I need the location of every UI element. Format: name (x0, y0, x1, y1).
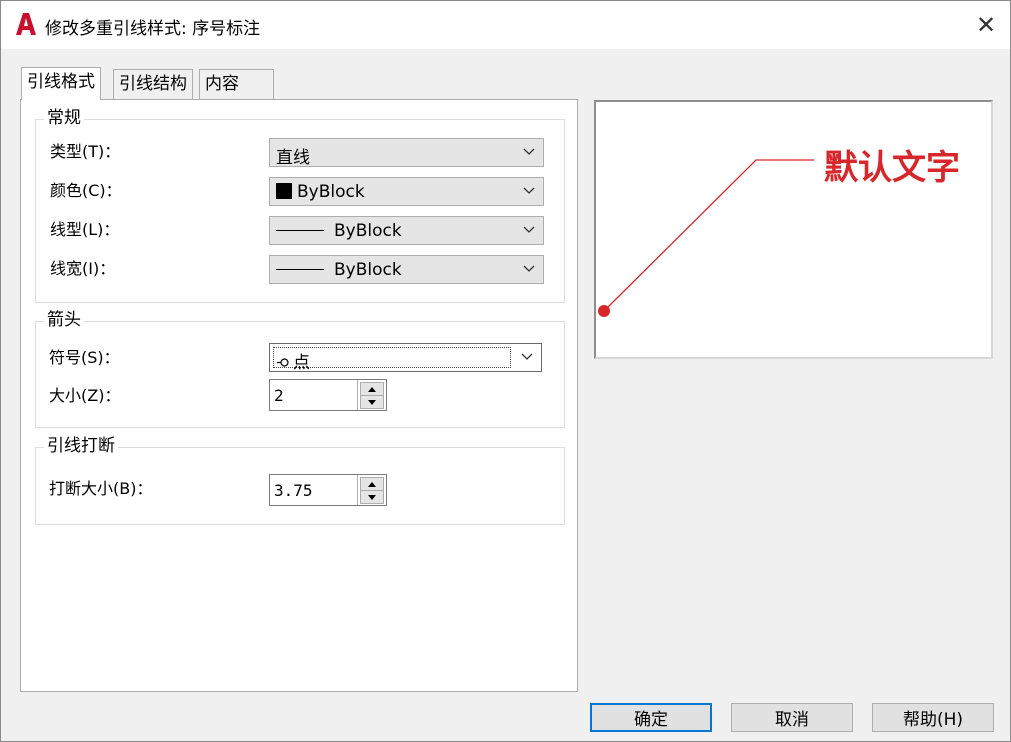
cancel-button[interactable]: 取消 (731, 703, 853, 732)
preview-text: 默认文字 (824, 148, 960, 188)
ok-button[interactable]: 确定 (590, 703, 712, 732)
title-bar: 修改多重引线样式: 序号标注 ✕ (1, 1, 1010, 49)
lineweight-label: 线宽(I)： (50, 259, 116, 278)
tab-label: 引线格式 (27, 72, 95, 92)
preview-pane: 默认文字 (594, 100, 993, 359)
linetype-value: ByBlock (334, 221, 402, 241)
size-value: 2 (274, 386, 284, 405)
break-size-value: 3.75 (274, 481, 313, 500)
size-label: 大小(Z)： (49, 386, 121, 405)
symbol-label: 符号(S)： (49, 348, 120, 367)
arrowhead-group: 箭头 符号(S)： 点 大小(Z)： 2 (35, 309, 565, 428)
window-title: 修改多重引线样式: 序号标注 (45, 19, 261, 39)
symbol-value: 点 (293, 353, 310, 373)
spinner-buttons (357, 475, 386, 505)
close-icon[interactable]: ✕ (968, 7, 1004, 43)
spinner-buttons (357, 380, 386, 410)
type-dropdown[interactable]: 直线 (269, 138, 544, 168)
group-title: 箭头 (44, 309, 84, 331)
tab-label: 引线结构 (119, 74, 187, 94)
tab-leader-structure[interactable]: 引线结构 (113, 69, 193, 99)
chevron-down-icon (521, 181, 537, 201)
linetype-label: 线型(L)： (50, 220, 120, 239)
color-label: 颜色(C)： (50, 181, 122, 200)
type-label: 类型(T)： (50, 142, 121, 161)
tab-content[interactable]: 内容 (199, 69, 274, 99)
group-title: 引线打断 (44, 435, 118, 457)
color-swatch-icon (276, 183, 292, 199)
break-size-spinner[interactable]: 3.75 (269, 474, 387, 506)
chevron-down-icon (521, 142, 537, 162)
symbol-dropdown[interactable]: 点 (269, 343, 542, 373)
color-dropdown[interactable]: ByBlock (269, 177, 544, 206)
line-sample-icon (276, 230, 324, 231)
group-title: 常规 (44, 107, 84, 129)
type-value: 直线 (276, 148, 310, 168)
lineweight-value: ByBlock (334, 260, 402, 280)
spin-up-icon[interactable] (360, 382, 384, 396)
autocad-logo-icon (16, 13, 36, 35)
tab-label: 内容 (205, 74, 239, 94)
tab-leader-format[interactable]: 引线格式 (21, 67, 101, 100)
size-spinner[interactable]: 2 (269, 379, 387, 411)
dialog-window: 修改多重引线样式: 序号标注 ✕ 引线格式 引线结构 内容 常规 类型(T)： … (0, 0, 1011, 742)
linetype-dropdown[interactable]: ByBlock (269, 216, 544, 245)
chevron-down-icon (521, 220, 537, 240)
spin-up-icon[interactable] (360, 477, 384, 491)
chevron-down-icon (519, 347, 535, 367)
spin-down-icon[interactable] (360, 490, 384, 504)
tab-panel-leader-format: 常规 类型(T)： 直线 颜色(C)： ByBlock 线型(L)： ByBlo… (20, 99, 578, 692)
lineweight-dropdown[interactable]: ByBlock (269, 255, 544, 284)
line-sample-icon (276, 269, 324, 270)
spin-down-icon[interactable] (360, 395, 384, 409)
break-size-label: 打断大小(B)： (49, 479, 153, 498)
leader-break-group: 引线打断 打断大小(B)： 3.75 (35, 435, 565, 525)
help-button[interactable]: 帮助(H) (872, 703, 994, 732)
chevron-down-icon (521, 259, 537, 279)
general-group: 常规 类型(T)： 直线 颜色(C)： ByBlock 线型(L)： ByBlo… (35, 107, 565, 303)
dot-arrow-icon (277, 358, 289, 367)
color-value: ByBlock (297, 182, 365, 202)
